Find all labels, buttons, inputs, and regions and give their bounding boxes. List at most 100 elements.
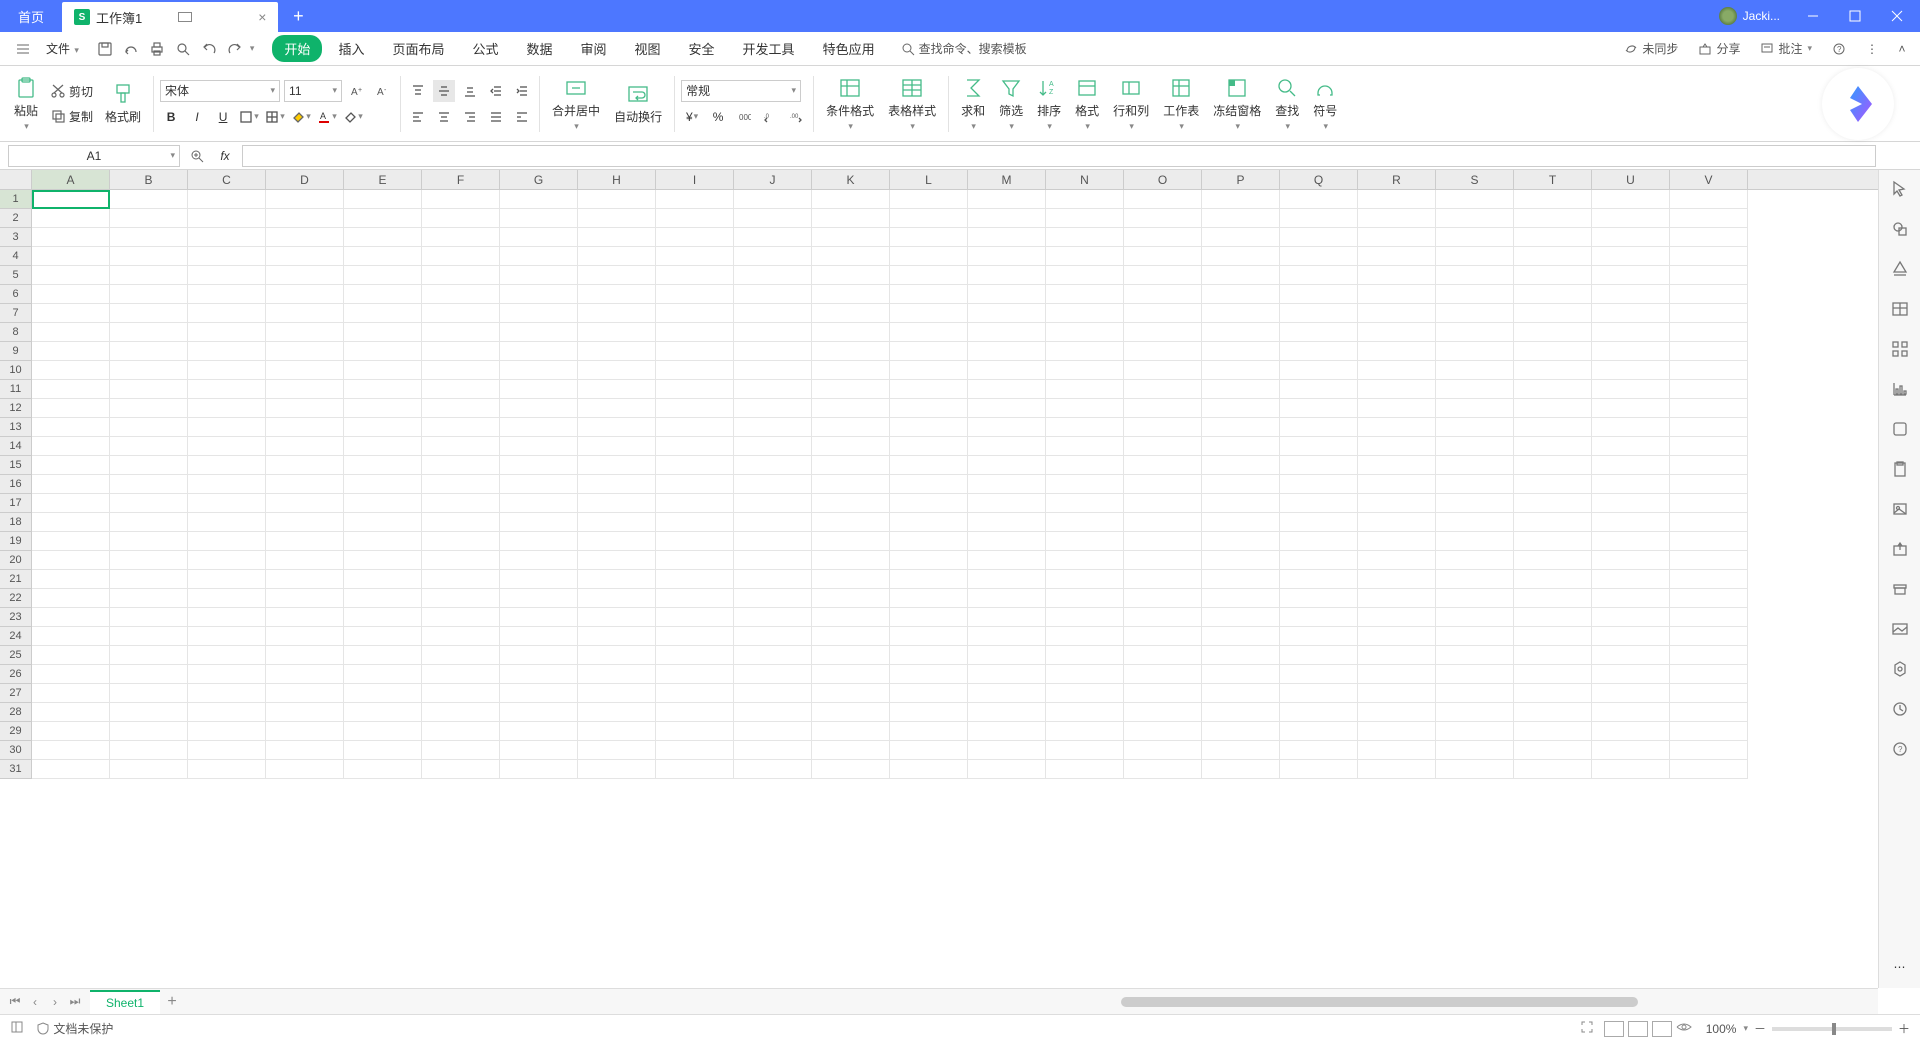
cell[interactable] bbox=[1280, 760, 1358, 779]
cell[interactable] bbox=[188, 570, 266, 589]
cell[interactable] bbox=[1514, 627, 1592, 646]
cell[interactable] bbox=[1514, 190, 1592, 209]
cell[interactable] bbox=[1046, 589, 1124, 608]
cell[interactable] bbox=[890, 589, 968, 608]
cell[interactable] bbox=[1592, 665, 1670, 684]
cell[interactable] bbox=[500, 646, 578, 665]
cell[interactable] bbox=[422, 228, 500, 247]
cell[interactable] bbox=[890, 323, 968, 342]
cell[interactable] bbox=[1124, 247, 1202, 266]
cell[interactable] bbox=[1592, 361, 1670, 380]
cell[interactable] bbox=[344, 190, 422, 209]
cell[interactable] bbox=[1280, 627, 1358, 646]
cell[interactable] bbox=[1046, 456, 1124, 475]
cell[interactable] bbox=[1592, 570, 1670, 589]
col-header[interactable]: E bbox=[344, 170, 422, 189]
cell[interactable] bbox=[890, 475, 968, 494]
cell[interactable] bbox=[734, 418, 812, 437]
cell[interactable] bbox=[734, 266, 812, 285]
cell[interactable] bbox=[578, 665, 656, 684]
cell[interactable] bbox=[734, 551, 812, 570]
font-name-select[interactable]: 宋体▾ bbox=[160, 80, 280, 102]
cell[interactable] bbox=[266, 627, 344, 646]
cell[interactable] bbox=[1514, 228, 1592, 247]
cell[interactable] bbox=[734, 285, 812, 304]
cell[interactable] bbox=[32, 266, 110, 285]
cell[interactable] bbox=[110, 475, 188, 494]
cell[interactable] bbox=[266, 209, 344, 228]
cell[interactable] bbox=[422, 475, 500, 494]
cell[interactable] bbox=[1124, 228, 1202, 247]
row-header[interactable]: 15 bbox=[0, 456, 32, 475]
filter-button[interactable]: 筛选▾ bbox=[999, 76, 1023, 132]
cell[interactable] bbox=[500, 703, 578, 722]
cell[interactable] bbox=[422, 190, 500, 209]
cell[interactable] bbox=[734, 608, 812, 627]
cell[interactable] bbox=[1046, 684, 1124, 703]
cell[interactable] bbox=[1514, 266, 1592, 285]
cell[interactable] bbox=[1124, 380, 1202, 399]
cell[interactable] bbox=[1124, 627, 1202, 646]
cell[interactable] bbox=[578, 361, 656, 380]
more-panel-icon[interactable]: ⋯ bbox=[1889, 956, 1911, 978]
cell[interactable] bbox=[734, 494, 812, 513]
cell[interactable] bbox=[968, 703, 1046, 722]
cell[interactable] bbox=[1124, 456, 1202, 475]
cell[interactable] bbox=[578, 418, 656, 437]
cell[interactable] bbox=[1280, 399, 1358, 418]
cell[interactable] bbox=[32, 494, 110, 513]
wrap-text-button[interactable]: 自动换行 bbox=[614, 82, 662, 125]
cell[interactable] bbox=[890, 684, 968, 703]
cell[interactable] bbox=[266, 684, 344, 703]
cell[interactable] bbox=[1358, 760, 1436, 779]
cell[interactable] bbox=[1280, 380, 1358, 399]
cell[interactable] bbox=[1358, 342, 1436, 361]
cell[interactable] bbox=[812, 475, 890, 494]
formula-input[interactable] bbox=[242, 145, 1876, 167]
row-header[interactable]: 2 bbox=[0, 209, 32, 228]
cell[interactable] bbox=[266, 532, 344, 551]
cell[interactable] bbox=[578, 247, 656, 266]
cell[interactable] bbox=[266, 380, 344, 399]
cell[interactable] bbox=[1280, 418, 1358, 437]
cell[interactable] bbox=[1202, 266, 1280, 285]
cell[interactable] bbox=[578, 570, 656, 589]
row-header[interactable]: 17 bbox=[0, 494, 32, 513]
cell[interactable] bbox=[1280, 209, 1358, 228]
apps-panel-icon[interactable] bbox=[1889, 338, 1911, 360]
cell[interactable] bbox=[110, 513, 188, 532]
cell[interactable] bbox=[188, 228, 266, 247]
row-header[interactable]: 21 bbox=[0, 570, 32, 589]
cell[interactable] bbox=[1046, 570, 1124, 589]
col-header[interactable]: I bbox=[656, 170, 734, 189]
cell[interactable] bbox=[188, 266, 266, 285]
cell[interactable] bbox=[1670, 665, 1748, 684]
cell[interactable] bbox=[890, 627, 968, 646]
cell[interactable] bbox=[1514, 703, 1592, 722]
cell[interactable] bbox=[266, 266, 344, 285]
cell[interactable] bbox=[1124, 551, 1202, 570]
cell[interactable] bbox=[890, 494, 968, 513]
row-header[interactable]: 4 bbox=[0, 247, 32, 266]
increase-indent-icon[interactable] bbox=[511, 80, 533, 102]
cell[interactable] bbox=[1124, 266, 1202, 285]
cell[interactable] bbox=[1670, 209, 1748, 228]
cell[interactable] bbox=[812, 741, 890, 760]
row-header[interactable]: 7 bbox=[0, 304, 32, 323]
cell[interactable] bbox=[188, 703, 266, 722]
cell[interactable] bbox=[32, 570, 110, 589]
sort-button[interactable]: AZ排序▾ bbox=[1037, 76, 1061, 132]
cell[interactable] bbox=[1592, 399, 1670, 418]
col-header[interactable]: F bbox=[422, 170, 500, 189]
archive-panel-icon[interactable] bbox=[1889, 578, 1911, 600]
tab-document[interactable]: S 工作簿1 × bbox=[62, 2, 278, 32]
cell[interactable] bbox=[968, 361, 1046, 380]
cell[interactable] bbox=[1202, 646, 1280, 665]
cell[interactable] bbox=[1046, 627, 1124, 646]
cell[interactable] bbox=[422, 494, 500, 513]
sheet-first-icon[interactable]: ⏮ bbox=[6, 993, 24, 1011]
col-header[interactable]: C bbox=[188, 170, 266, 189]
col-header[interactable]: N bbox=[1046, 170, 1124, 189]
cell[interactable] bbox=[110, 304, 188, 323]
cell[interactable] bbox=[1514, 361, 1592, 380]
